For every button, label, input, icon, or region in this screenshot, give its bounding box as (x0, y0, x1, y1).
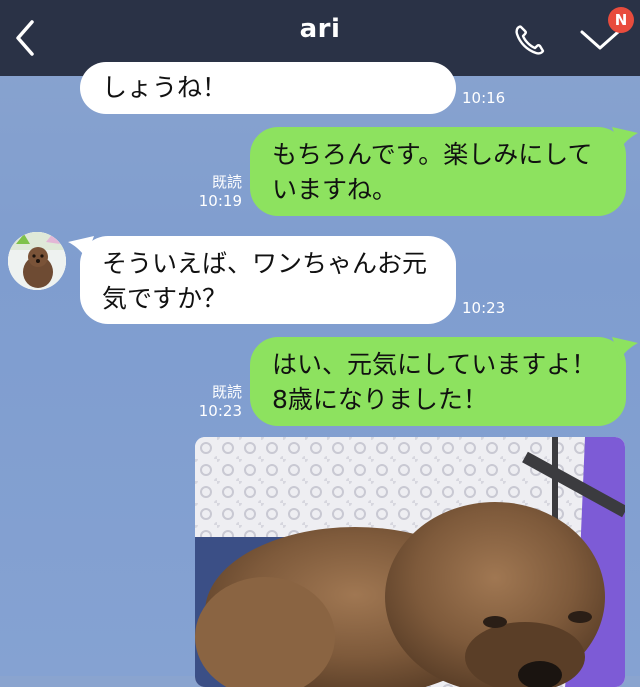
message-text-line: 気ですか？ (102, 284, 228, 313)
read-receipt: 既読 10:23 (190, 383, 242, 421)
time-label: 10:23 (198, 402, 242, 420)
time-label: 10:23 (462, 299, 506, 317)
message-time: 10:16 (462, 89, 512, 108)
incoming-message: しょうね！ (80, 62, 456, 114)
call-button[interactable] (510, 20, 550, 60)
outgoing-message: はい、元気にしていますよ！ 8歳になりました！ (250, 337, 626, 426)
read-receipt: 既読 10:19 (190, 173, 242, 211)
read-label: 既読 (211, 173, 242, 191)
notification-badge: N (608, 7, 634, 33)
dog-avatar-image (8, 232, 66, 290)
message-text-line: いますね。 (272, 175, 398, 204)
message-text-line: はい、元気にしていますよ！ (272, 350, 597, 379)
outgoing-message: もちろんです。楽しみにして いますね。 (250, 127, 626, 216)
message-text-line: もちろんです。楽しみにして (272, 140, 593, 169)
incoming-message: そういえば、ワンちゃんお元 気ですか？ (80, 236, 456, 324)
time-label: 10:16 (462, 89, 506, 107)
message-time: 10:23 (462, 299, 512, 318)
phone-icon (515, 25, 545, 55)
message-text-line: そういえば、ワンちゃんお元 (102, 249, 428, 278)
message-text: しょうね！ (102, 73, 228, 102)
message-text-line: 8歳になりました！ (272, 385, 488, 414)
read-label: 既読 (211, 383, 242, 401)
time-label: 10:19 (198, 192, 242, 210)
photo-message[interactable] (195, 437, 625, 687)
contact-avatar[interactable] (8, 232, 66, 290)
bubble-tail (612, 337, 638, 359)
dog-photo-image (195, 437, 625, 687)
bubble-tail (612, 127, 638, 149)
